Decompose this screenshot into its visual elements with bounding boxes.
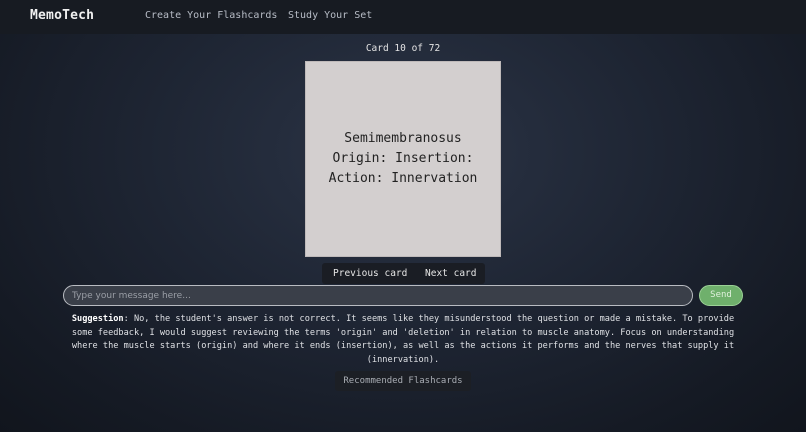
nav-create-flashcards[interactable]: Create Your Flashcards [145,10,277,21]
suggestion-feedback: Suggestion: No, the student's answer is … [70,313,736,367]
recommended-flashcards-button[interactable]: Recommended Flashcards [335,371,471,391]
message-input[interactable] [63,285,693,306]
previous-card-button[interactable]: Previous card [333,268,407,279]
nav-study-set[interactable]: Study Your Set [288,10,372,21]
flashcard-text: Semimembranosus Origin: Insertion: Actio… [329,129,478,189]
next-card-button[interactable]: Next card [425,268,476,279]
suggestion-label: Suggestion [71,314,124,324]
send-button[interactable]: Send [699,285,743,306]
flashcard[interactable]: Semimembranosus Origin: Insertion: Actio… [305,61,501,257]
flashcard-fields-line-2: Action: Innervation [328,171,478,186]
card-counter: Card 10 of 72 [365,43,441,54]
suggestion-text: : No, the student's answer is not correc… [71,314,735,365]
flashcard-term: Semimembranosus [344,131,462,146]
flashcard-fields-line-1: Origin: Insertion: [332,151,474,166]
navbar: MemoTech Create Your Flashcards Study Yo… [0,0,806,34]
card-navigation: Previous card Next card [322,263,485,284]
brand-logo[interactable]: MemoTech [30,8,94,23]
